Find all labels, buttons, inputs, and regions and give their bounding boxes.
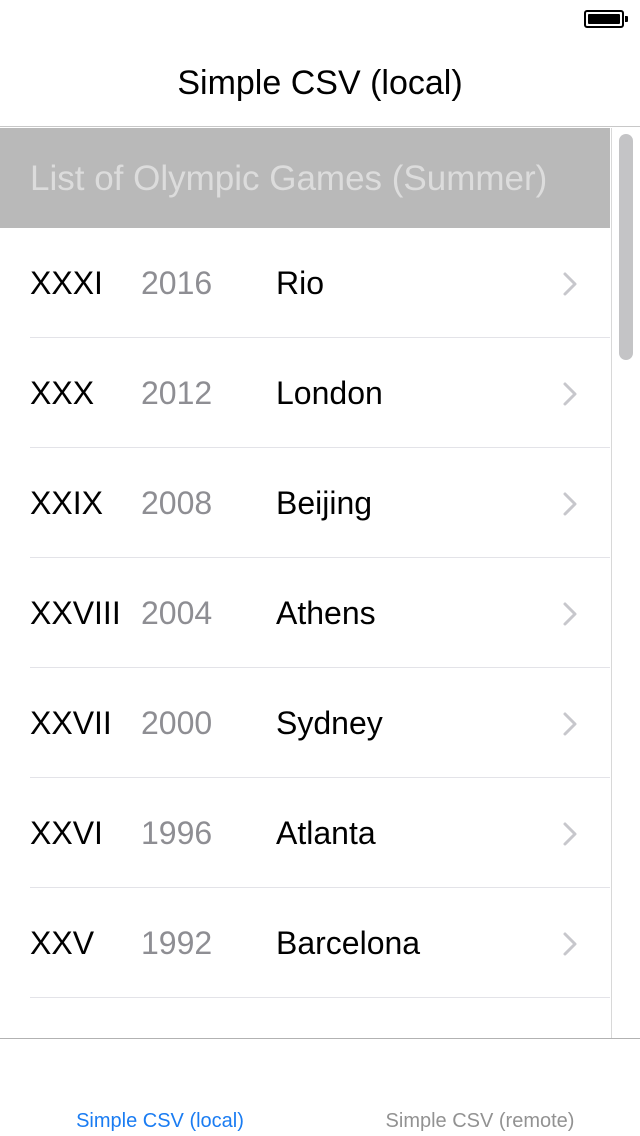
chevron-right-icon (563, 712, 577, 736)
table-row[interactable]: XXIX 2008 Beijing (0, 448, 610, 558)
scrollbar[interactable] (611, 128, 640, 1038)
olympic-games-table[interactable]: List of Olympic Games (Summer) XXXI 2016… (0, 128, 640, 1038)
host-city: Athens (276, 595, 376, 631)
chevron-right-icon (563, 822, 577, 846)
games-number: XXVI (30, 815, 103, 851)
games-year: 1996 (141, 815, 213, 851)
section-header: List of Olympic Games (Summer) (0, 128, 610, 228)
table-row[interactable]: XXXI 2016 Rio (0, 228, 610, 338)
games-number: XXVII (30, 705, 112, 741)
games-number: XXVIII (30, 595, 121, 631)
games-year: 2008 (141, 485, 213, 521)
games-year: 2004 (141, 595, 213, 631)
chevron-right-icon (563, 492, 577, 516)
games-year: 2012 (141, 375, 213, 411)
status-bar (0, 0, 640, 40)
tab-label-local: Simple CSV (local) (76, 1110, 244, 1132)
host-city: Barcelona (276, 925, 421, 961)
host-city: London (276, 375, 383, 411)
games-number: XXXI (30, 265, 103, 301)
tab-bar: Simple CSV (local) Simple CSV (remote) (0, 1038, 640, 1136)
chevron-right-icon (563, 272, 577, 296)
games-number: XXX (30, 375, 95, 411)
games-year: 1992 (141, 925, 213, 961)
host-city: Rio (276, 265, 325, 301)
app-screen: Simple CSV (local) List of Olympic Games… (0, 0, 640, 1136)
section-header-label: List of Olympic Games (Summer) (30, 159, 548, 198)
tab-simple-csv-remote[interactable]: Simple CSV (remote) (320, 1039, 640, 1136)
games-year: 2000 (141, 705, 213, 741)
chevron-right-icon (563, 932, 577, 956)
scroll-thumb[interactable] (619, 134, 633, 360)
table-row[interactable]: XXV 1992 Barcelona (0, 888, 610, 998)
page-title: Simple CSV (local) (177, 64, 463, 102)
table-row-partial[interactable] (0, 998, 610, 1038)
games-year: 2016 (141, 265, 213, 301)
host-city: Sydney (276, 705, 383, 741)
table-row[interactable]: XXVIII 2004 Athens (0, 558, 610, 668)
table-row[interactable]: XXX 2012 London (0, 338, 610, 448)
battery-full-icon (584, 10, 628, 28)
chevron-right-icon (563, 382, 577, 406)
table-rows: XXXI 2016 Rio XXX 2012 London XXIX 2008 … (0, 228, 610, 1038)
games-number: XXV (30, 925, 95, 961)
host-city: Beijing (276, 485, 373, 521)
tab-simple-csv-local[interactable]: Simple CSV (local) (0, 1039, 320, 1136)
tab-label-remote: Simple CSV (remote) (385, 1110, 575, 1132)
table-row[interactable]: XXVII 2000 Sydney (0, 668, 610, 778)
chevron-right-icon (563, 602, 577, 626)
games-number: XXIX (30, 485, 103, 521)
navigation-bar: Simple CSV (local) (0, 40, 640, 127)
host-city: Atlanta (276, 815, 376, 851)
table-row[interactable]: XXVI 1996 Atlanta (0, 778, 610, 888)
